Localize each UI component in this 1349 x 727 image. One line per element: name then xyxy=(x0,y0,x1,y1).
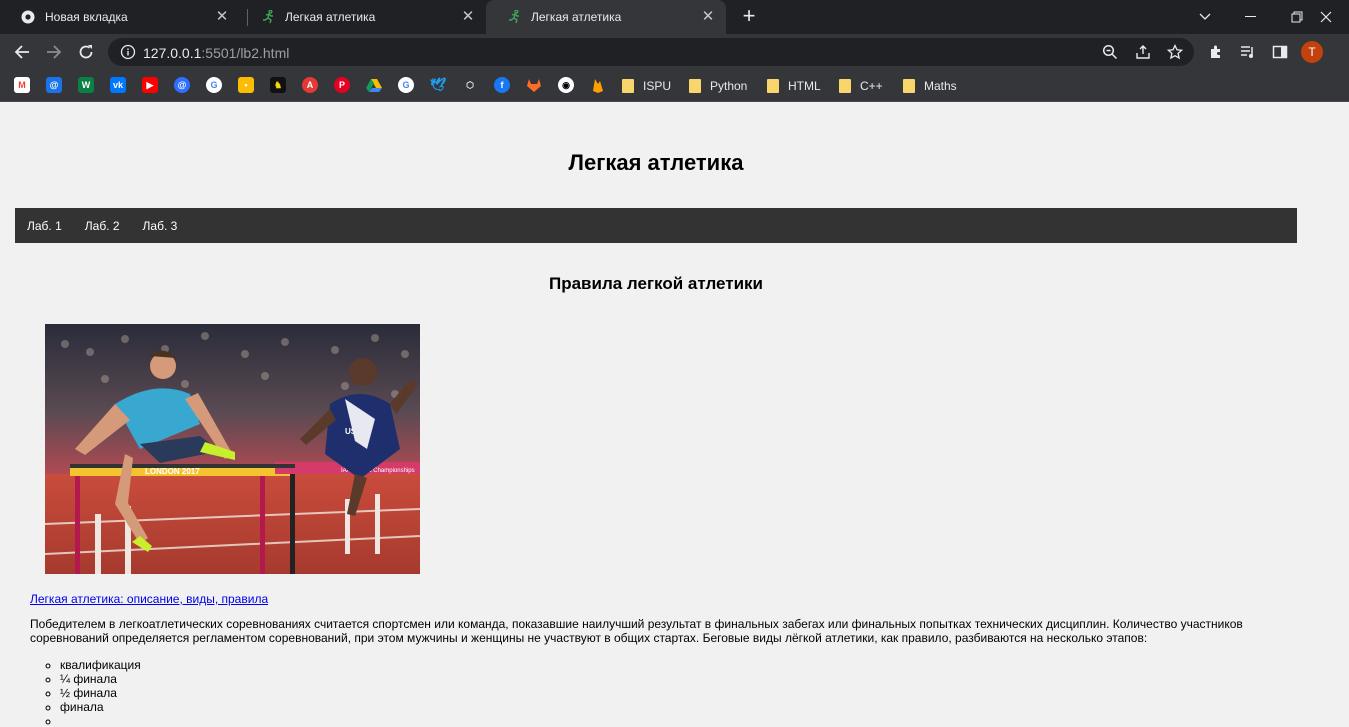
main-menu: Лаб. 1 Лаб. 2 Лаб. 3 xyxy=(15,208,1297,243)
folder-icon xyxy=(839,79,851,93)
stages-list: квалификация ¼ финала ½ финала финала xyxy=(60,658,141,727)
github-icon[interactable]: ◉ xyxy=(558,77,574,93)
vk-icon[interactable]: vk xyxy=(110,77,126,93)
back-icon[interactable] xyxy=(11,41,33,63)
side-panel-icon[interactable] xyxy=(1270,42,1290,62)
browser-toolbar: 127.0.0.1:5501/lb2.html T xyxy=(0,34,1349,70)
pinterest-icon[interactable]: P xyxy=(334,77,350,93)
list-item: ½ финала xyxy=(60,686,141,700)
chrome-icon xyxy=(20,9,36,25)
app-icon-2[interactable]: A xyxy=(302,77,318,93)
menu-item-lab3[interactable]: Лаб. 3 xyxy=(143,219,178,233)
list-item: финала xyxy=(60,700,141,714)
address-bar[interactable]: 127.0.0.1:5501/lb2.html xyxy=(108,38,1194,66)
hurdles-photo: LONDON 2017 IAAF World Championships USA xyxy=(45,324,420,574)
close-tab-icon[interactable]: ✕ xyxy=(700,9,716,25)
tab-athletics-1[interactable]: Легкая атлетика ✕ xyxy=(240,0,486,34)
codepen-icon[interactable]: ⬡ xyxy=(462,77,478,93)
share-icon[interactable] xyxy=(1134,43,1152,61)
site-title: Легкая атлетика xyxy=(568,150,744,175)
folder-icon xyxy=(622,79,634,93)
mail-icon[interactable]: @ xyxy=(46,77,62,93)
folder-icon xyxy=(767,79,779,93)
runner-icon xyxy=(260,9,276,25)
profile-avatar[interactable]: T xyxy=(1301,41,1323,63)
list-item xyxy=(60,714,141,727)
folder-icon xyxy=(689,79,701,93)
gitlab-icon[interactable] xyxy=(526,77,542,93)
section-title: Правила легкой атлетики xyxy=(549,274,763,293)
minimize-icon[interactable] xyxy=(1228,0,1274,34)
bookmark-folder-maths[interactable]: Maths xyxy=(903,77,957,95)
youtube-icon[interactable]: ▶ xyxy=(142,77,158,93)
tab-search-icon[interactable] xyxy=(1182,0,1228,34)
extensions-icon[interactable] xyxy=(1206,42,1226,62)
firebase-icon[interactable] xyxy=(590,77,606,93)
menu-item-lab1[interactable]: Лаб. 1 xyxy=(27,219,62,233)
google-icon[interactable]: G xyxy=(206,77,222,93)
new-tab-icon[interactable]: + xyxy=(738,5,760,28)
close-tab-icon[interactable]: ✕ xyxy=(460,9,476,25)
browser-tab-strip: Новая вкладка ✕ Легкая атлетика ✕ Легкая… xyxy=(0,0,1349,34)
athletics-info-link[interactable]: Легкая атлетика: описание, виды, правила xyxy=(30,592,268,606)
rules-paragraph: Победителем в легкоатлетических соревнов… xyxy=(30,617,1243,645)
media-control-icon[interactable] xyxy=(1238,42,1258,62)
bookmark-folder-cpp[interactable]: C++ xyxy=(839,77,883,95)
facebook-icon[interactable]: f xyxy=(494,77,510,93)
bookmarks-bar: M @ W vk ▶ @ G • ♞ A P G 🕊 ⬡ f ◉ ISPU Py… xyxy=(0,70,1349,102)
w-app-icon[interactable]: W xyxy=(78,77,94,93)
tab-new-tab[interactable]: Новая вкладка ✕ xyxy=(0,0,240,34)
reload-icon[interactable] xyxy=(75,41,97,63)
site-info-icon[interactable] xyxy=(120,44,136,65)
bookmark-folder-html[interactable]: HTML xyxy=(767,77,821,95)
page-viewport: Легкая атлетика Лаб. 1 Лаб. 2 Лаб. 3 Пра… xyxy=(0,103,1349,727)
list-item: квалификация xyxy=(60,658,141,672)
twitter-icon[interactable]: 🕊 xyxy=(430,77,447,93)
zoom-icon[interactable] xyxy=(1101,43,1119,61)
tab-athletics-2[interactable]: Легкая атлетика ✕ xyxy=(486,0,726,34)
bookmark-star-icon[interactable] xyxy=(1166,43,1184,61)
tab-title: Новая вкладка xyxy=(45,10,128,24)
runner-icon xyxy=(506,9,522,25)
close-window-icon[interactable] xyxy=(1303,0,1349,34)
list-item: ¼ финала xyxy=(60,672,141,686)
banner-text-left: LONDON 2017 xyxy=(145,467,200,476)
drive-icon[interactable] xyxy=(366,77,382,93)
tab-title: Легкая атлетика xyxy=(285,10,376,24)
bookmark-folder-python[interactable]: Python xyxy=(689,77,747,95)
forward-icon[interactable] xyxy=(43,41,65,63)
messenger-icon[interactable]: @ xyxy=(174,77,190,93)
bookmark-folder-ispu[interactable]: ISPU xyxy=(622,77,671,95)
tab-title: Легкая атлетика xyxy=(531,10,622,24)
url-text[interactable]: 127.0.0.1:5501/lb2.html xyxy=(143,45,289,61)
app-icon[interactable]: ♞ xyxy=(270,77,286,93)
folder-icon xyxy=(903,79,915,93)
menu-item-lab2[interactable]: Лаб. 2 xyxy=(85,219,120,233)
close-tab-icon[interactable]: ✕ xyxy=(214,9,230,25)
gmail-icon[interactable]: M xyxy=(14,77,30,93)
google-icon[interactable]: G xyxy=(398,77,414,93)
keep-icon[interactable]: • xyxy=(238,77,254,93)
